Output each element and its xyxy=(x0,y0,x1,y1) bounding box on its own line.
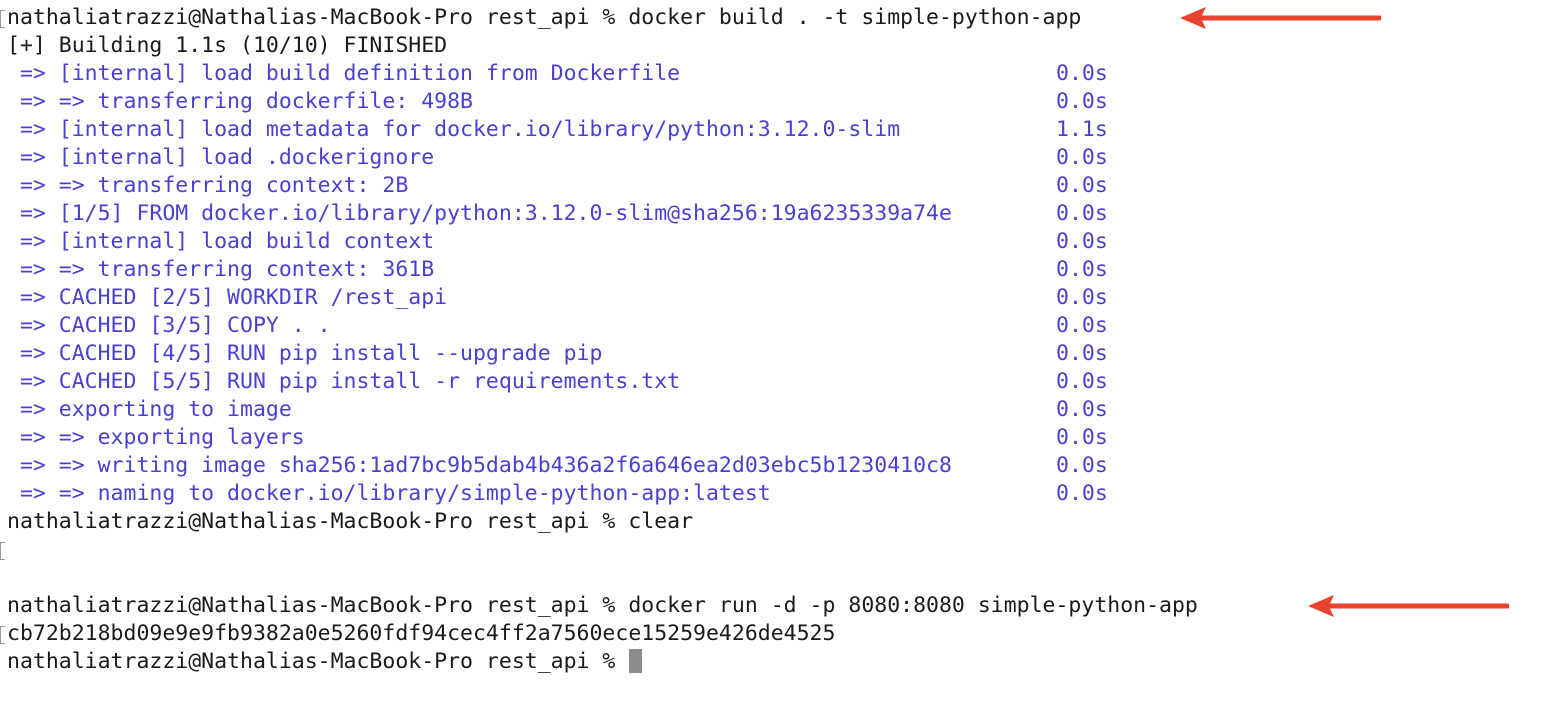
current-prompt-line[interactable]: nathaliatrazzi@Nathalias-MacBook-Pro res… xyxy=(0,648,1552,676)
build-step: => CACHED [3/5] COPY . . 0.0s xyxy=(0,312,1552,340)
step-duration: 0.0s xyxy=(1056,453,1108,478)
step-text: => => naming to docker.io/library/simple… xyxy=(7,481,771,506)
prompt: nathaliatrazzi@Nathalias-MacBook-Pro res… xyxy=(7,593,629,618)
step-text: => => exporting layers xyxy=(7,425,305,450)
text-cursor[interactable] xyxy=(629,649,643,673)
step-text: => [internal] load build context xyxy=(7,229,435,254)
step-text: => CACHED [5/5] RUN pip install -r requi… xyxy=(7,369,681,394)
build-header: [+] Building 1.1s (10/10) FINISHED xyxy=(7,33,448,58)
annotation-arrow-icon xyxy=(1308,595,1509,617)
empty-line xyxy=(0,564,1552,592)
build-step: => => exporting layers 0.0s xyxy=(0,424,1552,452)
build-step: => [internal] load metadata for docker.i… xyxy=(0,116,1552,144)
container-id-line: cb72b218bd09e9e9fb9382a0e5260fdf94cec4ff… xyxy=(0,620,1552,648)
line-marker xyxy=(0,10,5,28)
step-text: => CACHED [4/5] RUN pip install --upgrad… xyxy=(7,341,603,366)
build-step: => exporting to image 0.0s xyxy=(0,396,1552,424)
step-text: => exporting to image xyxy=(7,397,292,422)
build-step: => CACHED [5/5] RUN pip install -r requi… xyxy=(0,368,1552,396)
line-marker xyxy=(0,542,5,560)
build-step: => [internal] load build definition from… xyxy=(0,60,1552,88)
build-steps-list: => [internal] load build definition from… xyxy=(0,60,1552,508)
build-step: => CACHED [4/5] RUN pip install --upgrad… xyxy=(0,340,1552,368)
step-duration: 0.0s xyxy=(1056,341,1108,366)
build-step: => => transferring dockerfile: 498B 0.0s xyxy=(0,88,1552,116)
step-text: => => transferring dockerfile: 498B xyxy=(7,89,473,114)
build-step: => => transferring context: 2B 0.0s xyxy=(0,172,1552,200)
step-text: => [internal] load metadata for docker.i… xyxy=(7,117,901,142)
step-text: => => writing image sha256:1ad7bc9b5dab4… xyxy=(7,453,952,478)
annotation-arrow-icon xyxy=(1180,7,1381,29)
build-step: => => writing image sha256:1ad7bc9b5dab4… xyxy=(0,452,1552,480)
prompt: nathaliatrazzi@Nathalias-MacBook-Pro res… xyxy=(7,5,629,30)
build-step: => => naming to docker.io/library/simple… xyxy=(0,480,1552,508)
step-duration: 0.0s xyxy=(1056,61,1108,86)
build-command: docker build . -t simple-python-app xyxy=(628,5,1082,30)
build-step: => [1/5] FROM docker.io/library/python:3… xyxy=(0,200,1552,228)
terminal-window[interactable]: nathaliatrazzi@Nathalias-MacBook-Pro res… xyxy=(0,4,1552,676)
step-text: => CACHED [2/5] WORKDIR /rest_api xyxy=(7,285,448,310)
container-id: cb72b218bd09e9e9fb9382a0e5260fdf94cec4ff… xyxy=(7,621,836,646)
step-text: => [internal] load .dockerignore xyxy=(7,145,435,170)
step-duration: 0.0s xyxy=(1056,257,1108,282)
step-duration: 0.0s xyxy=(1056,369,1108,394)
build-step: => [internal] load build context 0.0s xyxy=(0,228,1552,256)
step-duration: 0.0s xyxy=(1056,89,1108,114)
build-step: => CACHED [2/5] WORKDIR /rest_api 0.0s xyxy=(0,284,1552,312)
clear-command: clear xyxy=(628,509,694,534)
step-duration: 0.0s xyxy=(1056,397,1108,422)
step-text: => => transferring context: 361B xyxy=(7,257,435,282)
step-duration: 0.0s xyxy=(1056,285,1108,310)
build-step: => [internal] load .dockerignore 0.0s xyxy=(0,144,1552,172)
empty-line xyxy=(0,536,1552,564)
step-duration: 0.0s xyxy=(1056,201,1108,226)
step-text: => [1/5] FROM docker.io/library/python:3… xyxy=(7,201,952,226)
prompt: nathaliatrazzi@Nathalias-MacBook-Pro res… xyxy=(7,509,629,534)
step-text: => CACHED [3/5] COPY . . xyxy=(7,313,331,338)
step-duration: 0.0s xyxy=(1056,313,1108,338)
step-duration: 0.0s xyxy=(1056,481,1108,506)
step-duration: 0.0s xyxy=(1056,173,1108,198)
step-text: => => transferring context: 2B xyxy=(7,173,409,198)
step-duration: 0.0s xyxy=(1056,425,1108,450)
step-duration: 0.0s xyxy=(1056,229,1108,254)
step-duration: 1.1s xyxy=(1056,117,1108,142)
clear-command-line: nathaliatrazzi@Nathalias-MacBook-Pro res… xyxy=(0,508,1552,536)
step-text: => [internal] load build definition from… xyxy=(7,61,681,86)
build-step: => => transferring context: 361B 0.0s xyxy=(0,256,1552,284)
step-duration: 0.0s xyxy=(1056,145,1108,170)
line-marker xyxy=(0,626,5,644)
prompt: nathaliatrazzi@Nathalias-MacBook-Pro res… xyxy=(7,649,629,674)
run-command: docker run -d -p 8080:8080 simple-python… xyxy=(628,593,1198,618)
